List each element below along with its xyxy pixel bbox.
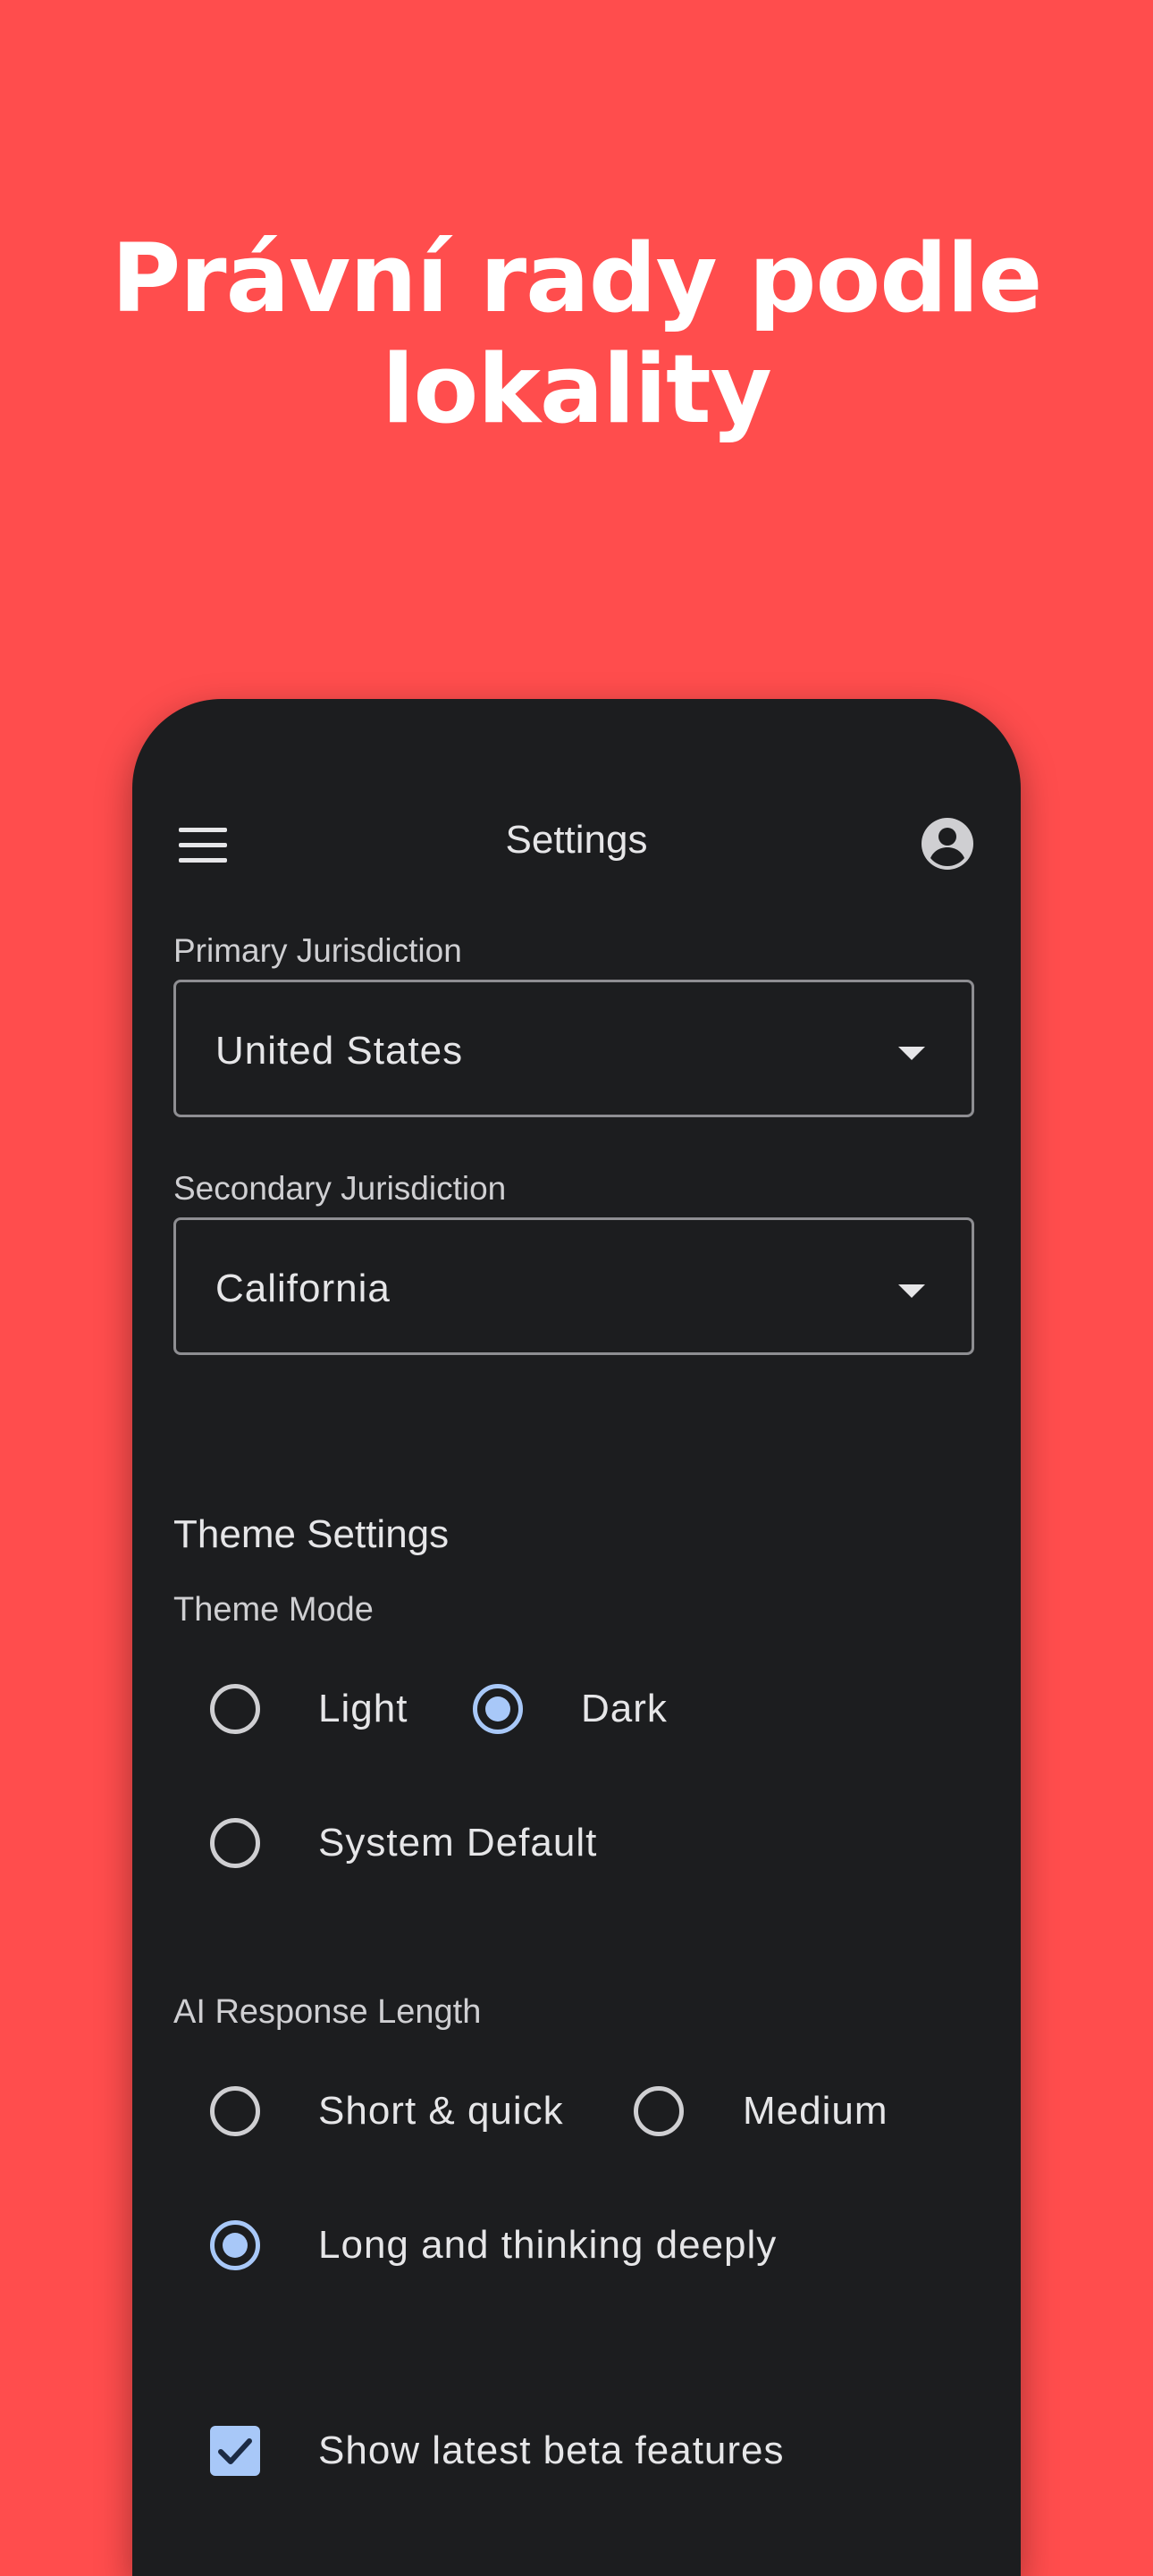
theme-light-label[interactable]: Light <box>318 1685 408 1733</box>
theme-settings-title: Theme Settings <box>173 1512 450 1556</box>
theme-light-radio[interactable] <box>210 1684 260 1734</box>
secondary-jurisdiction-dropdown[interactable]: California <box>173 1217 974 1355</box>
phone-screen: Settings Primary Jurisdiction United Sta… <box>132 699 1021 2576</box>
ai-short-label[interactable]: Short & quick <box>318 2087 564 2135</box>
secondary-jurisdiction-value: California <box>215 1267 391 1310</box>
theme-mode-label: Theme Mode <box>173 1591 374 1629</box>
theme-system-default-label[interactable]: System Default <box>318 1819 597 1867</box>
primary-jurisdiction-dropdown[interactable]: United States <box>173 980 974 1117</box>
account-circle-icon[interactable] <box>921 817 974 871</box>
theme-dark-radio[interactable] <box>473 1684 523 1734</box>
radio-dot <box>223 2233 248 2258</box>
arrow-drop-down-icon <box>898 1284 925 1298</box>
promo-headline-line1: Právní rady podle <box>111 223 1043 333</box>
theme-dark-label[interactable]: Dark <box>581 1685 668 1733</box>
promo-headline-line2: lokality <box>382 334 772 444</box>
page-title: Settings <box>505 818 648 862</box>
arrow-drop-down-icon <box>898 1047 925 1060</box>
ai-medium-label[interactable]: Medium <box>743 2087 888 2135</box>
promo-headline: Právní rady podle lokality <box>0 223 1153 445</box>
secondary-jurisdiction-label: Secondary Jurisdiction <box>173 1170 507 1207</box>
ai-long-label[interactable]: Long and thinking deeply <box>318 2221 777 2269</box>
ai-response-length-label: AI Response Length <box>173 1993 482 2031</box>
beta-features-label[interactable]: Show latest beta features <box>318 2427 785 2475</box>
ai-short-radio[interactable] <box>210 2086 260 2136</box>
primary-jurisdiction-label: Primary Jurisdiction <box>173 932 462 969</box>
beta-features-checkbox[interactable] <box>210 2426 260 2476</box>
check-icon <box>218 2438 252 2464</box>
ai-long-radio[interactable] <box>210 2220 260 2270</box>
primary-jurisdiction-value: United States <box>215 1029 464 1073</box>
ai-medium-radio[interactable] <box>634 2086 684 2136</box>
theme-system-default-radio[interactable] <box>210 1818 260 1868</box>
radio-dot <box>485 1696 510 1722</box>
app-bar: Settings <box>132 699 1021 878</box>
